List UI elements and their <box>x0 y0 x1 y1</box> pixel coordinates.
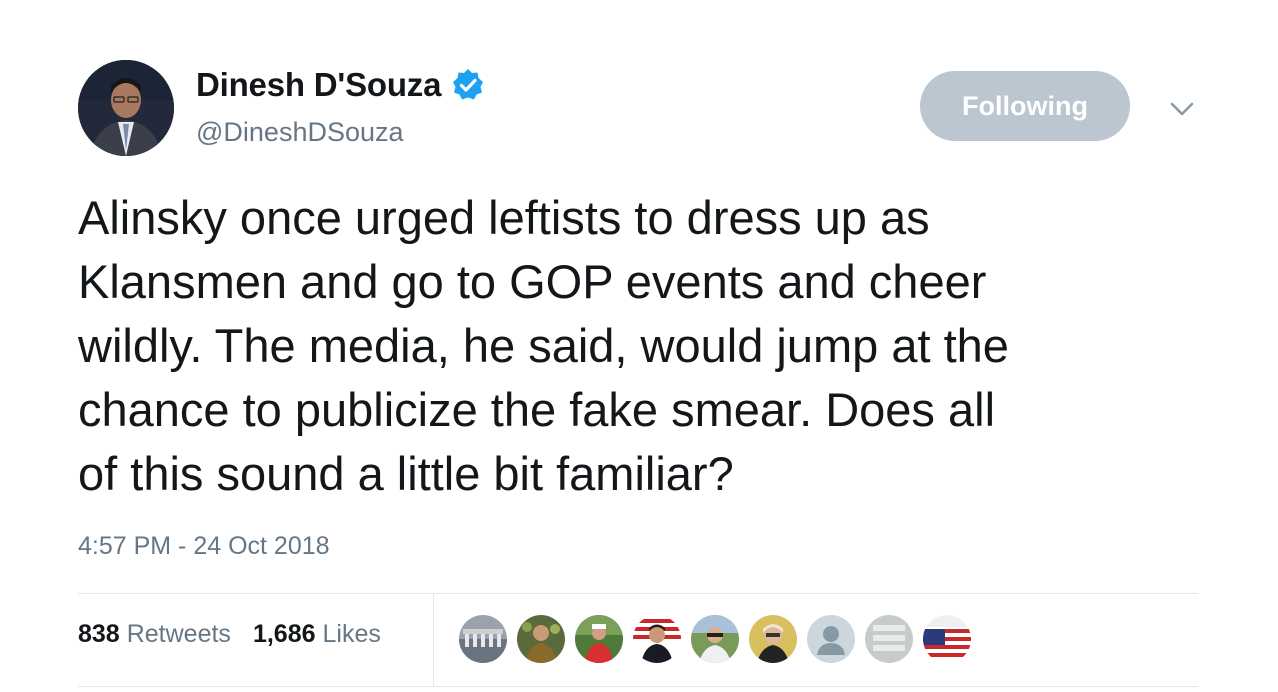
stats-separator <box>433 594 434 686</box>
default-avatar-icon[interactable] <box>807 615 855 663</box>
liker-avatars <box>459 615 981 663</box>
liker-avatar[interactable] <box>749 615 797 663</box>
profile-photo <box>78 60 174 156</box>
likes-stat[interactable]: 1,686 Likes <box>253 620 381 649</box>
liker-avatar[interactable] <box>923 615 971 663</box>
following-button[interactable]: Following <box>920 71 1130 141</box>
author-handle[interactable]: @DineshDSouza <box>196 117 404 148</box>
likes-count: 1,686 <box>252 620 316 648</box>
tweet-stats: 838 Retweets 1,686 Likes <box>78 620 403 649</box>
chevron-down-icon[interactable] <box>1166 96 1198 122</box>
verified-badge-icon <box>451 68 485 102</box>
retweets-count: 838 <box>78 620 120 648</box>
author-name-row: Dinesh D'Souza <box>196 66 485 104</box>
divider-top <box>78 593 1198 594</box>
author-display-name[interactable]: Dinesh D'Souza <box>196 66 441 104</box>
liker-avatar[interactable] <box>459 615 507 663</box>
tweet-text: Alinsky once urged leftists to dress up … <box>78 191 1009 500</box>
tweet-timestamp[interactable]: 4:57 PM - 24 Oct 2018 <box>78 532 330 561</box>
likes-label: Likes <box>322 620 381 648</box>
divider-bottom <box>78 686 1198 687</box>
liker-avatar[interactable] <box>865 615 913 663</box>
liker-avatar[interactable] <box>633 615 681 663</box>
profile-avatar[interactable] <box>78 60 174 156</box>
liker-avatar[interactable] <box>575 615 623 663</box>
retweets-label: Retweets <box>126 620 231 648</box>
liker-avatar[interactable] <box>691 615 739 663</box>
retweets-stat[interactable]: 838 Retweets <box>78 620 231 649</box>
liker-avatar[interactable] <box>517 615 565 663</box>
